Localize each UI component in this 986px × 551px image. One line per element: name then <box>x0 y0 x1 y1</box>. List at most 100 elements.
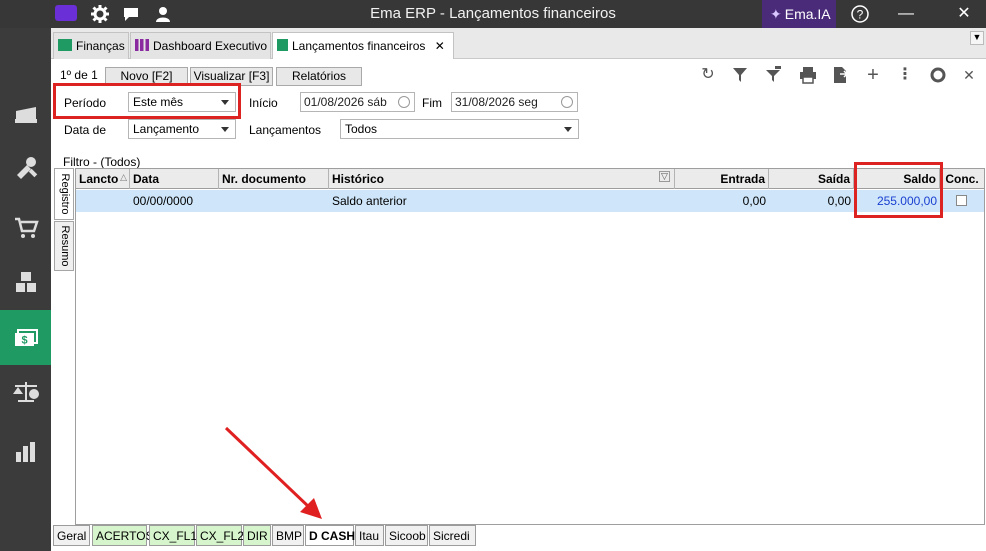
cell-entrada: 0,00 <box>742 194 766 208</box>
lancamentos-grid: Lancto △ Data Nr. documento Histórico ▽ En… <box>75 168 985 525</box>
clock-icon <box>561 96 573 108</box>
tab-label: Dashboard Executivo <box>153 39 268 53</box>
minimize-button[interactable]: — <box>886 0 926 28</box>
lancamentos-label: Lançamentos <box>249 123 322 137</box>
window-title: Ema ERP - Lançamentos financeiros <box>370 5 616 22</box>
inicio-value: 01/08/2026 sáb <box>304 95 387 109</box>
sidebar-item-tools[interactable] <box>0 140 51 195</box>
fim-label: Fim <box>422 96 442 110</box>
sidebar-item-accounting[interactable] <box>0 364 51 419</box>
title-bar: Ema ERP - Lançamentos financeiros ✦ Ema.I… <box>0 0 986 28</box>
column-header-data[interactable]: Data <box>130 169 219 189</box>
refresh-icon[interactable]: ↻ <box>698 65 718 85</box>
cell-lancto <box>76 190 130 212</box>
data-de-label: Data de <box>64 123 107 137</box>
sheet-tab-sicredi[interactable]: Sicredi <box>429 525 476 546</box>
tab-resumo-label: Resumo <box>59 225 71 267</box>
tools-icon <box>16 156 37 179</box>
sheet-tab-sicoob[interactable]: Sicoob <box>385 525 428 546</box>
cell-saida: 0,00 <box>827 194 851 208</box>
svg-text:?: ? <box>857 8 864 22</box>
lancamentos-value: Todos <box>345 122 378 136</box>
lancamentos-select[interactable]: Todos <box>340 119 579 139</box>
shopping-cart-icon <box>14 217 39 238</box>
main-content: 1º de 1 Novo [F2] Visualizar [F3] Relató… <box>51 59 986 551</box>
add-icon[interactable]: + <box>863 65 883 85</box>
more-options-icon[interactable]: ⋮ <box>895 65 915 85</box>
document-tabs: Finanças Dashboard Executivo Lançamentos… <box>51 28 986 60</box>
table-row[interactable]: 00/00/0000 Saldo anterior 0,00 0,00 255.… <box>76 190 984 212</box>
clock-icon <box>398 96 410 108</box>
sheet-tab-cx-fl1[interactable]: CX_FL1 <box>149 525 197 546</box>
print-icon[interactable] <box>798 65 818 85</box>
grid-header: Lancto △ Data Nr. documento Histórico ▽ En… <box>76 169 984 189</box>
ema-ia-button[interactable]: ✦ Ema.IA <box>762 0 836 28</box>
column-header-conc[interactable]: Conc. <box>940 169 984 189</box>
tab-financas[interactable]: Finanças <box>53 32 129 59</box>
sheet-tab-geral[interactable]: Geral <box>53 525 90 546</box>
sheet-tab-bmp[interactable]: BMP <box>272 525 304 546</box>
tab-registro-label: Registro <box>59 173 71 215</box>
sheet-tab-d-cash[interactable]: D CASH <box>305 525 355 546</box>
page-counter: 1º de 1 <box>60 68 98 82</box>
cash-register-icon <box>14 106 37 123</box>
sidebar-item-sales[interactable] <box>0 200 51 255</box>
sidebar-item-finance[interactable]: $ <box>0 310 51 365</box>
sort-asc-icon: △ <box>120 172 127 182</box>
cell-nr-documento <box>219 190 329 212</box>
data-de-select[interactable]: Lançamento <box>128 119 236 139</box>
data-de-value: Lançamento <box>133 122 200 136</box>
column-label: Lancto <box>79 172 119 186</box>
inicio-date-input[interactable]: 01/08/2026 sáb <box>300 92 415 112</box>
tab-label: Finanças <box>76 39 125 53</box>
chevron-down-icon <box>564 127 572 132</box>
tab-label: Lançamentos financeiros <box>292 39 426 53</box>
filter-icon[interactable] <box>730 65 750 85</box>
scales-icon <box>12 381 39 402</box>
tab-resumo[interactable]: Resumo <box>54 221 74 271</box>
help-icon[interactable]: ? <box>850 4 870 24</box>
cell-historico: Saldo anterior <box>332 194 407 208</box>
tab-registro[interactable]: Registro <box>54 168 74 220</box>
highlight-box-periodo <box>53 83 241 119</box>
bar-chart-icon <box>135 39 149 51</box>
tabs-dropdown-button[interactable]: ▼ <box>970 31 984 45</box>
sidebar: $ <box>0 28 51 551</box>
fim-date-input[interactable]: 31/08/2026 seg <box>451 92 578 112</box>
close-tab-icon[interactable]: ✕ <box>435 39 445 53</box>
settings-icon[interactable] <box>928 65 948 85</box>
tab-lancamentos-financeiros[interactable]: Lançamentos financeiros ✕ <box>272 32 454 60</box>
sheet-tab-acertos[interactable]: ACERTOS <box>92 525 154 546</box>
column-header-nr-documento[interactable]: Nr. documento <box>219 169 329 189</box>
chevron-down-icon <box>221 127 229 132</box>
fim-value: 31/08/2026 seg <box>455 95 538 109</box>
sparkle-icon: ✦ <box>770 6 782 22</box>
column-filter-icon[interactable]: ▽ <box>659 171 670 182</box>
column-header-historico[interactable]: Histórico ▽ <box>329 169 675 189</box>
sidebar-item-cash-register[interactable] <box>0 85 51 140</box>
svg-text:$: $ <box>21 334 27 346</box>
conc-checkbox[interactable] <box>956 195 967 206</box>
close-screen-icon[interactable]: ✕ <box>959 65 979 85</box>
column-header-entrada[interactable]: Entrada <box>675 169 769 189</box>
money-icon: $ <box>14 328 38 346</box>
cell-data: 00/00/0000 <box>133 194 194 208</box>
column-header-saida[interactable]: Saída <box>769 169 854 189</box>
sidebar-item-stock[interactable] <box>0 254 51 309</box>
export-icon[interactable] <box>830 65 850 85</box>
column-header-lancto[interactable]: Lancto △ <box>76 169 130 189</box>
ema-ia-label: Ema.IA <box>784 6 831 22</box>
sidebar-item-reports[interactable] <box>0 424 51 479</box>
inicio-label: Início <box>249 96 278 110</box>
sheet-tab-dir[interactable]: DIR <box>243 525 271 546</box>
sheet-tab-cx-fl2[interactable]: CX_FL2 <box>196 525 244 546</box>
tab-dashboard-executivo[interactable]: Dashboard Executivo <box>130 32 271 59</box>
filter-summary: Filtro - (Todos) <box>63 155 141 169</box>
highlight-box-saldo <box>854 162 943 218</box>
relatorios-button[interactable]: Relatórios <box>276 67 362 86</box>
bar-chart-icon <box>15 441 35 462</box>
clear-filter-icon[interactable] <box>763 65 783 85</box>
sheet-tab-itau[interactable]: Itau <box>355 525 384 546</box>
close-window-button[interactable]: ✕ <box>944 0 984 28</box>
column-label: Histórico <box>332 172 385 186</box>
